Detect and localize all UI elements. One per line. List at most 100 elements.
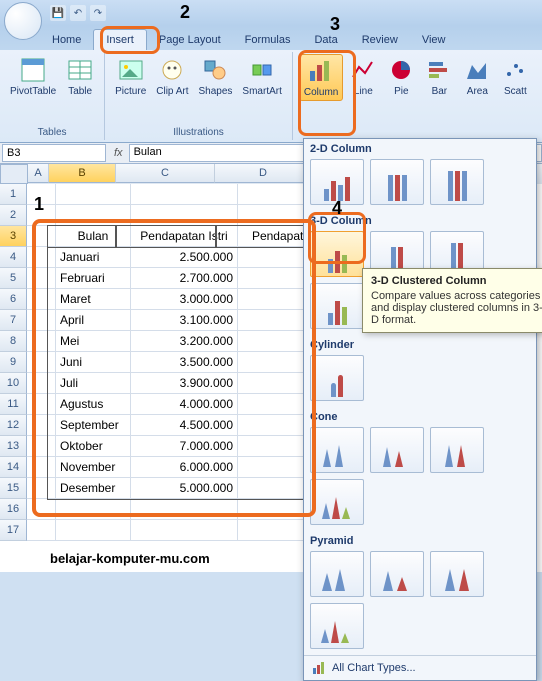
cell-b6[interactable]: Maret bbox=[56, 289, 131, 310]
cell-b14[interactable]: November bbox=[56, 457, 131, 478]
line-chart-button[interactable]: Line bbox=[345, 54, 381, 99]
cell-c9[interactable]: 3.500.000 bbox=[131, 352, 238, 373]
tab-data[interactable]: Data bbox=[302, 30, 349, 50]
cell-b9[interactable]: Juni bbox=[56, 352, 131, 373]
chart-pyr-3[interactable] bbox=[430, 551, 484, 597]
cell-a8[interactable] bbox=[27, 331, 56, 352]
chart-cone-2[interactable] bbox=[370, 427, 424, 473]
row-header-17[interactable]: 17 bbox=[0, 520, 27, 541]
cell-b17[interactable] bbox=[56, 520, 131, 541]
row-header-8[interactable]: 8 bbox=[0, 331, 27, 352]
chart-cyl-1[interactable] bbox=[310, 355, 364, 401]
name-box[interactable] bbox=[2, 144, 106, 162]
col-header-c[interactable]: C bbox=[116, 164, 215, 183]
row-header-5[interactable]: 5 bbox=[0, 268, 27, 289]
cell-c3[interactable]: Pendapatan Istri bbox=[131, 226, 238, 247]
row-header-14[interactable]: 14 bbox=[0, 457, 27, 478]
cell-c1[interactable] bbox=[131, 184, 238, 205]
undo-icon[interactable]: ↶ bbox=[70, 5, 86, 21]
save-icon[interactable]: 💾 bbox=[50, 5, 66, 21]
tab-home[interactable]: Home bbox=[40, 30, 93, 50]
row-header-9[interactable]: 9 bbox=[0, 352, 27, 373]
row-header-15[interactable]: 15 bbox=[0, 478, 27, 499]
cell-a5[interactable] bbox=[27, 268, 56, 289]
pie-chart-button[interactable]: Pie bbox=[383, 54, 419, 99]
chart-pyr-2[interactable] bbox=[370, 551, 424, 597]
smartart-button[interactable]: SmartArt bbox=[238, 54, 285, 99]
all-chart-types[interactable]: All Chart Types... bbox=[304, 655, 536, 680]
fx-icon[interactable]: fx bbox=[108, 147, 129, 159]
cell-c4[interactable]: 2.500.000 bbox=[131, 247, 238, 268]
redo-icon[interactable]: ↷ bbox=[90, 5, 106, 21]
cell-a16[interactable] bbox=[27, 499, 56, 520]
office-button[interactable] bbox=[4, 2, 42, 40]
clipart-button[interactable]: Clip Art bbox=[152, 54, 192, 99]
cell-c16[interactable] bbox=[131, 499, 238, 520]
table-button[interactable]: Table bbox=[62, 54, 98, 99]
row-header-6[interactable]: 6 bbox=[0, 289, 27, 310]
cell-b4[interactable]: Januari bbox=[56, 247, 131, 268]
row-header-12[interactable]: 12 bbox=[0, 415, 27, 436]
col-header-a[interactable]: A bbox=[28, 164, 49, 183]
tab-review[interactable]: Review bbox=[350, 30, 410, 50]
cell-b16[interactable] bbox=[56, 499, 131, 520]
chart-cone-4[interactable] bbox=[310, 479, 364, 525]
bar-chart-button[interactable]: Bar bbox=[421, 54, 457, 99]
cell-b5[interactable]: Februari bbox=[56, 268, 131, 289]
cell-c8[interactable]: 3.200.000 bbox=[131, 331, 238, 352]
cell-b1[interactable] bbox=[56, 184, 131, 205]
cell-c6[interactable]: 3.000.000 bbox=[131, 289, 238, 310]
cell-b3[interactable]: Bulan bbox=[56, 226, 131, 247]
cell-b11[interactable]: Agustus bbox=[56, 394, 131, 415]
row-header-2[interactable]: 2 bbox=[0, 205, 27, 226]
chart-cone-3[interactable] bbox=[430, 427, 484, 473]
cell-c15[interactable]: 5.000.000 bbox=[131, 478, 238, 499]
cell-a9[interactable] bbox=[27, 352, 56, 373]
chart-3d-column[interactable] bbox=[310, 283, 364, 329]
column-chart-button[interactable]: Column bbox=[299, 54, 343, 101]
chart-2d-stacked[interactable] bbox=[370, 159, 424, 205]
scatter-chart-button[interactable]: Scatt bbox=[497, 54, 533, 99]
cell-b7[interactable]: April bbox=[56, 310, 131, 331]
cell-c5[interactable]: 2.700.000 bbox=[131, 268, 238, 289]
cell-a17[interactable] bbox=[27, 520, 56, 541]
cell-a13[interactable] bbox=[27, 436, 56, 457]
cell-c12[interactable]: 4.500.000 bbox=[131, 415, 238, 436]
cell-c14[interactable]: 6.000.000 bbox=[131, 457, 238, 478]
cell-a14[interactable] bbox=[27, 457, 56, 478]
row-header-1[interactable]: 1 bbox=[0, 184, 27, 205]
row-header-7[interactable]: 7 bbox=[0, 310, 27, 331]
cell-a10[interactable] bbox=[27, 373, 56, 394]
row-header-11[interactable]: 11 bbox=[0, 394, 27, 415]
chart-pyr-1[interactable] bbox=[310, 551, 364, 597]
tab-page-layout[interactable]: Page Layout bbox=[147, 30, 233, 50]
cell-c7[interactable]: 3.100.000 bbox=[131, 310, 238, 331]
cell-b12[interactable]: September bbox=[56, 415, 131, 436]
cell-b10[interactable]: Juli bbox=[56, 373, 131, 394]
tab-insert[interactable]: Insert bbox=[93, 29, 147, 50]
chart-3d-clustered[interactable] bbox=[310, 231, 364, 277]
row-header-4[interactable]: 4 bbox=[0, 247, 27, 268]
cell-b2[interactable] bbox=[56, 205, 131, 226]
chart-2d-100stacked[interactable] bbox=[430, 159, 484, 205]
tab-formulas[interactable]: Formulas bbox=[233, 30, 303, 50]
area-chart-button[interactable]: Area bbox=[459, 54, 495, 99]
cell-c13[interactable]: 7.000.000 bbox=[131, 436, 238, 457]
col-header-d[interactable]: D bbox=[215, 164, 312, 183]
chart-cone-1[interactable] bbox=[310, 427, 364, 473]
col-header-b[interactable]: B bbox=[49, 164, 116, 183]
row-header-3[interactable]: 3 bbox=[0, 226, 27, 247]
cell-a4[interactable] bbox=[27, 247, 56, 268]
row-header-13[interactable]: 13 bbox=[0, 436, 27, 457]
cell-c17[interactable] bbox=[131, 520, 238, 541]
cell-c10[interactable]: 3.900.000 bbox=[131, 373, 238, 394]
cell-c2[interactable] bbox=[131, 205, 238, 226]
cell-a3[interactable] bbox=[27, 226, 56, 247]
chart-pyr-4[interactable] bbox=[310, 603, 364, 649]
cell-a12[interactable] bbox=[27, 415, 56, 436]
cell-a11[interactable] bbox=[27, 394, 56, 415]
cell-a15[interactable] bbox=[27, 478, 56, 499]
cell-c11[interactable]: 4.000.000 bbox=[131, 394, 238, 415]
cell-b8[interactable]: Mei bbox=[56, 331, 131, 352]
cell-b15[interactable]: Desember bbox=[56, 478, 131, 499]
